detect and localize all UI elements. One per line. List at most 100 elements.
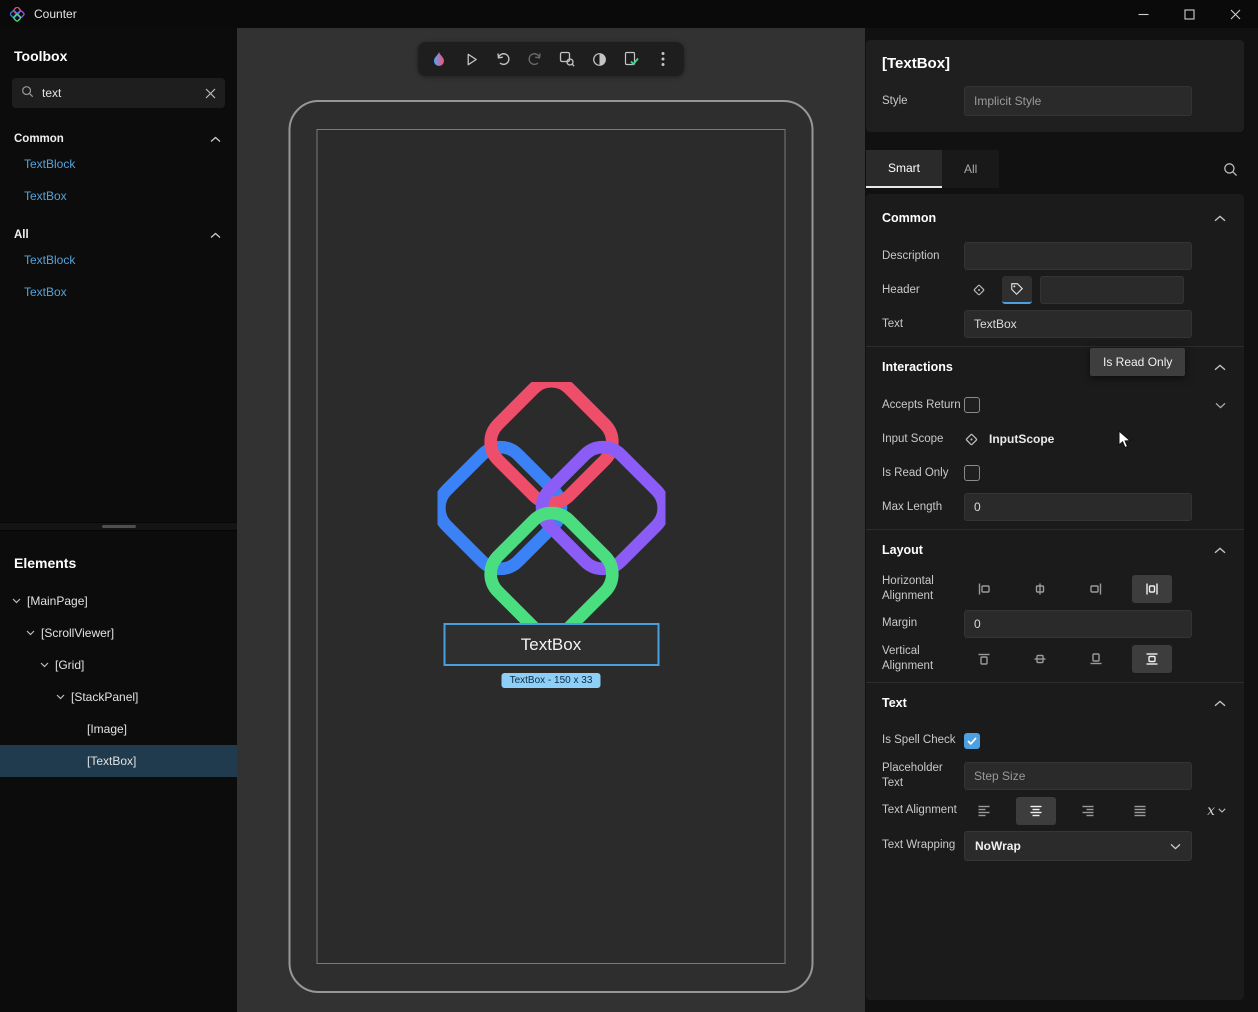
chevron-up-icon[interactable] xyxy=(1214,543,1226,557)
play-button[interactable] xyxy=(458,46,484,72)
section-text[interactable]: Text xyxy=(882,685,1228,721)
clear-search-icon[interactable] xyxy=(205,88,216,99)
margin-label: Margin xyxy=(882,616,964,631)
header-input[interactable] xyxy=(1040,276,1184,304)
description-input[interactable] xyxy=(964,242,1192,270)
is-read-only-tooltip: Is Read Only xyxy=(1090,348,1185,376)
style-input[interactable] xyxy=(964,86,1192,116)
tree-item-mainpage[interactable]: [MainPage] xyxy=(0,585,237,617)
vertical-alignment-label: Vertical Alignment xyxy=(882,644,964,674)
tree-item-textbox-selected[interactable]: [TextBox] xyxy=(0,745,237,777)
chevron-down-icon[interactable] xyxy=(1215,402,1226,409)
more-options-button[interactable] xyxy=(650,46,676,72)
max-length-label: Max Length xyxy=(882,500,964,515)
header-label: Header xyxy=(882,283,964,298)
sidebar-splitter-handle[interactable] xyxy=(0,522,237,531)
toolbox-search[interactable] xyxy=(12,78,225,108)
text-wrapping-dropdown[interactable]: NoWrap xyxy=(964,831,1192,861)
halign-left-button[interactable] xyxy=(964,575,1004,603)
placeholder-text-label: Placeholder Text xyxy=(882,761,964,791)
tree-item-grid[interactable]: [Grid] xyxy=(0,649,237,681)
toolbox-title: Toolbox xyxy=(14,48,225,64)
chevron-up-icon[interactable] xyxy=(1214,360,1226,374)
max-length-input[interactable] xyxy=(964,493,1192,521)
close-button[interactable] xyxy=(1212,0,1258,28)
text-align-justify-button[interactable] xyxy=(1120,797,1160,825)
tree-item-stackpanel[interactable]: [StackPanel] xyxy=(0,681,237,713)
section-interactions[interactable]: Interactions Is Read Only xyxy=(882,349,1228,385)
input-scope-binding-icon[interactable] xyxy=(964,432,979,447)
undo-button[interactable] xyxy=(490,46,516,72)
app-logo-image[interactable] xyxy=(437,382,665,637)
halign-center-button[interactable] xyxy=(1020,575,1060,603)
section-common-label: Common xyxy=(14,133,64,145)
advanced-text-options-button[interactable]: x xyxy=(1207,803,1226,819)
window-title: Counter xyxy=(34,7,77,21)
toolbox-section-all[interactable]: All xyxy=(12,226,225,244)
chevron-down-icon[interactable] xyxy=(40,662,49,668)
device-frame: TextBox TextBox - 150 x 33 xyxy=(289,100,814,993)
halign-stretch-button[interactable] xyxy=(1132,575,1172,603)
section-common[interactable]: Common xyxy=(882,200,1228,236)
margin-input[interactable] xyxy=(964,610,1192,638)
text-align-center-button[interactable] xyxy=(1016,797,1056,825)
text-align-right-button[interactable] xyxy=(1068,797,1108,825)
accepts-return-checkbox[interactable] xyxy=(964,397,980,413)
is-read-only-checkbox[interactable] xyxy=(964,465,980,481)
chevron-up-icon[interactable] xyxy=(1214,696,1226,710)
header-binding-button[interactable] xyxy=(964,276,994,304)
validation-button[interactable] xyxy=(618,46,644,72)
tree-item-label: [Grid] xyxy=(55,658,84,672)
horizontal-alignment-label: Horizontal Alignment xyxy=(882,574,964,604)
section-text-title: Text xyxy=(882,696,907,710)
inspect-element-button[interactable] xyxy=(554,46,580,72)
tab-smart[interactable]: Smart xyxy=(866,150,942,188)
element-tree: [MainPage] [ScrollViewer] [Grid] [StackP… xyxy=(0,585,237,777)
chevron-down-icon[interactable] xyxy=(56,694,65,700)
toolbox-search-input[interactable] xyxy=(42,86,205,100)
toolbox-item-textblock[interactable]: TextBlock xyxy=(12,148,225,180)
is-spell-check-checkbox[interactable] xyxy=(964,733,980,749)
properties-search-icon[interactable] xyxy=(1223,162,1238,177)
valign-center-button[interactable] xyxy=(1020,645,1060,673)
redo-button[interactable] xyxy=(522,46,548,72)
text-label: Text xyxy=(882,317,964,332)
text-wrapping-label: Text Wrapping xyxy=(882,838,964,853)
accepts-return-label: Accepts Return xyxy=(882,398,964,413)
tree-item-image[interactable]: [Image] xyxy=(0,713,237,745)
header-tag-button[interactable] xyxy=(1002,276,1032,304)
chevron-up-icon[interactable] xyxy=(1214,211,1226,225)
toolbox-item-textbox[interactable]: TextBox xyxy=(12,180,225,212)
elements-title: Elements xyxy=(14,555,237,571)
section-interactions-title: Interactions xyxy=(882,360,953,374)
design-canvas[interactable]: TextBox TextBox - 150 x 33 xyxy=(237,28,865,1012)
input-scope-value[interactable]: InputScope xyxy=(989,432,1054,446)
toolbox-section-common[interactable]: Common xyxy=(12,130,225,148)
selected-textbox-control[interactable]: TextBox xyxy=(443,623,659,666)
selected-element-title: [TextBox] xyxy=(882,55,1228,72)
text-input[interactable] xyxy=(964,310,1192,338)
tree-item-scrollviewer[interactable]: [ScrollViewer] xyxy=(0,617,237,649)
chevron-up-icon xyxy=(210,228,221,242)
toolbox-item-textbox-all[interactable]: TextBox xyxy=(12,276,225,308)
valign-top-button[interactable] xyxy=(964,645,1004,673)
theme-toggle-button[interactable] xyxy=(586,46,612,72)
maximize-button[interactable] xyxy=(1166,0,1212,28)
minimize-button[interactable] xyxy=(1120,0,1166,28)
hot-reload-flame-icon[interactable] xyxy=(426,46,452,72)
device-screen[interactable]: TextBox TextBox - 150 x 33 xyxy=(317,129,786,964)
inspector-tabs: Smart All xyxy=(866,150,1244,188)
text-align-left-button[interactable] xyxy=(964,797,1004,825)
text-wrapping-value: NoWrap xyxy=(975,839,1021,853)
placeholder-text-input[interactable] xyxy=(964,762,1192,790)
chevron-down-icon[interactable] xyxy=(26,630,35,636)
tab-all[interactable]: All xyxy=(942,150,999,188)
halign-right-button[interactable] xyxy=(1076,575,1116,603)
valign-bottom-button[interactable] xyxy=(1076,645,1116,673)
elements-panel: Elements [MainPage] [ScrollViewer] [Grid… xyxy=(0,531,237,1012)
valign-stretch-button[interactable] xyxy=(1132,645,1172,673)
input-scope-label: Input Scope xyxy=(882,432,964,447)
section-layout[interactable]: Layout xyxy=(882,532,1228,568)
toolbox-item-textblock-all[interactable]: TextBlock xyxy=(12,244,225,276)
chevron-down-icon[interactable] xyxy=(12,598,21,604)
